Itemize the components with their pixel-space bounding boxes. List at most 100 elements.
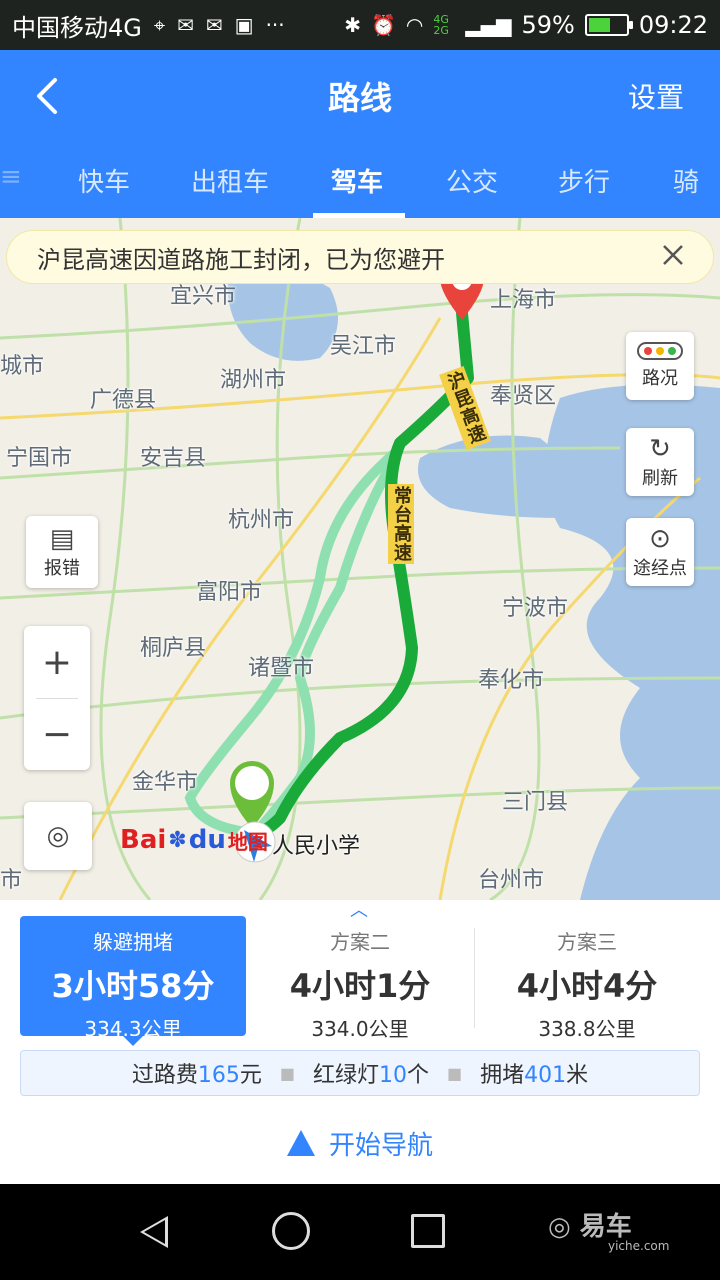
plan-name: 躲避拥堵	[93, 930, 173, 954]
place-label: 宁波市	[502, 596, 569, 621]
close-notice-button[interactable]	[661, 243, 691, 273]
location-icon: ⌖	[153, 13, 166, 37]
route-panel: ︿ 躲避拥堵 3小时58分 334.3公里 方案二 4小时1分 334.0公里 …	[0, 900, 720, 1184]
road-label-changtai: 常台高速	[388, 484, 414, 564]
place-label: 湖州市	[220, 368, 287, 393]
place-label: 安吉县	[140, 446, 207, 471]
tab-bike[interactable]: 骑	[673, 162, 699, 199]
tab-drive[interactable]: 驾车	[331, 162, 383, 199]
traffic-label: 路况	[642, 368, 678, 389]
route-notice-banner: 沪昆高速因道路施工封闭，已为您避开	[6, 230, 714, 284]
locate-button[interactable]: ◎	[24, 802, 92, 870]
system-back-icon[interactable]	[140, 1216, 168, 1248]
plan-time: 4小时1分	[289, 967, 431, 1005]
map-canvas	[0, 218, 720, 900]
system-nav-bar: ◎ 易车 yiche.com	[0, 1184, 720, 1280]
network-type: 4G 2G	[433, 13, 449, 37]
page-title: 路线	[327, 79, 392, 117]
plan-name: 方案三	[557, 930, 617, 954]
place-label: 广德县	[90, 388, 157, 413]
zoom-control: + −	[24, 626, 90, 770]
transport-tabs: ≡ 快车 出租车 驾车 公交 步行 骑	[0, 142, 720, 218]
battery-icon	[584, 14, 633, 36]
route-plan-1[interactable]: 躲避拥堵 3小时58分 334.3公里	[20, 916, 246, 1046]
logo-du: du	[188, 825, 226, 855]
refresh-label: 刷新	[642, 468, 678, 489]
congestion-stat: 拥堵401米	[480, 1063, 589, 1088]
header: 路线 设置 ≡ 快车 出租车 驾车 公交 步行 骑	[0, 50, 720, 218]
tab-bus[interactable]: 公交	[446, 162, 498, 199]
plan-distance: 338.8公里	[538, 1017, 636, 1041]
refresh-button[interactable]: ↻ 刷新	[626, 428, 694, 496]
settings-button[interactable]: 设置	[628, 76, 684, 116]
location-pin-icon: ⊙	[649, 524, 671, 554]
wechat-icon-2: ✉	[205, 13, 223, 37]
status-bar: 中国移动4G ⌖ ✉ ✉ ▣ ··· ✱ ⏰ ◠ 4G 2G ▂▄▆ 59% 0…	[0, 0, 720, 50]
place-label: 诸暨市	[248, 656, 315, 681]
start-marker-label: 起	[242, 772, 262, 796]
separator-dot: ■	[447, 1063, 463, 1083]
traffic-button[interactable]: 路况	[626, 332, 694, 400]
watermark-site: yiche.com	[608, 1239, 670, 1253]
image-icon: ▣	[234, 13, 254, 37]
report-error-button[interactable]: ▤ 报错	[26, 516, 98, 588]
toll-stat: 过路费165元	[131, 1063, 262, 1088]
tab-partial-icon: ≡	[0, 162, 22, 192]
place-label: 杭州市	[228, 508, 295, 533]
place-label: 奉化市	[478, 668, 545, 693]
signal-icon: ▂▄▆	[465, 13, 512, 37]
plan-distance: 334.0公里	[311, 1017, 409, 1041]
logo-bai: Bai	[120, 825, 167, 855]
back-button[interactable]	[22, 74, 72, 118]
system-recents-icon[interactable]	[411, 1214, 445, 1248]
report-icon: ▤	[49, 524, 75, 554]
system-home-icon[interactable]	[272, 1212, 310, 1250]
destination-label: 人民小学	[272, 834, 361, 859]
separator-dot: ■	[279, 1063, 295, 1083]
zoom-out-button[interactable]: −	[24, 698, 90, 770]
paw-icon: ✽	[168, 827, 187, 853]
watermark-logo-icon: ◎	[548, 1212, 571, 1242]
zoom-in-button[interactable]: +	[24, 626, 90, 698]
place-label: 吴江市	[330, 334, 397, 359]
map-view[interactable]: 宜兴市 湖州市 吴江市 上海市 广德县 奉贤区 宁国市 安吉县 杭州市 富阳市 …	[0, 218, 720, 900]
tab-express[interactable]: 快车	[78, 162, 130, 199]
battery-fill	[588, 18, 611, 32]
waypoint-label: 途经点	[633, 558, 687, 579]
plan-distance: 334.3公里	[84, 1017, 182, 1041]
navigation-arrow-icon	[286, 1130, 315, 1156]
report-label: 报错	[44, 558, 80, 579]
bluetooth-icon: ✱	[344, 13, 361, 37]
route-stats: 过路费165元 ■ 红绿灯10个 ■ 拥堵401米	[20, 1050, 700, 1096]
tab-taxi[interactable]: 出租车	[191, 162, 269, 199]
place-label: 桐庐县	[140, 636, 207, 661]
place-label: 市	[0, 868, 23, 893]
carrier-label: 中国移动4G	[12, 13, 142, 42]
place-label: 台州市	[478, 868, 545, 893]
alarm-icon: ⏰	[370, 13, 396, 37]
route-plan-2[interactable]: 方案二 4小时1分 334.0公里	[246, 916, 474, 1041]
start-navigation-button[interactable]: 开始导航	[0, 1118, 720, 1168]
title-row: 路线 设置	[0, 50, 720, 142]
traffic-light-icon	[637, 342, 683, 360]
tab-walk[interactable]: 步行	[558, 162, 610, 199]
place-label: 富阳市	[196, 580, 263, 605]
battery-percent: 59%	[521, 11, 575, 39]
place-label: 城市	[0, 354, 45, 379]
start-navigation-label: 开始导航	[328, 1130, 433, 1161]
route-plan-3[interactable]: 方案三 4小时4分 338.8公里	[474, 916, 700, 1041]
waypoint-button[interactable]: ⊙ 途经点	[626, 518, 694, 586]
yiche-watermark: ◎ 易车 yiche.com	[548, 1206, 669, 1253]
place-label: 宁国市	[6, 446, 73, 471]
zoom-divider	[36, 698, 78, 699]
logo-ditu: 地图	[227, 829, 268, 854]
clock: 09:22	[638, 11, 708, 39]
baidu-map-logo: Bai ✽ du 地图	[120, 825, 268, 855]
place-label: 奉贤区	[490, 384, 557, 409]
traffic-lights-stat: 红绿灯10个	[312, 1063, 430, 1088]
refresh-icon: ↻	[649, 434, 671, 464]
locate-icon: ◎	[46, 821, 70, 851]
notice-text: 沪昆高速因道路施工封闭，已为您避开	[37, 245, 445, 274]
watermark-brand: 易车	[579, 1212, 632, 1242]
plan-name: 方案二	[330, 930, 390, 954]
